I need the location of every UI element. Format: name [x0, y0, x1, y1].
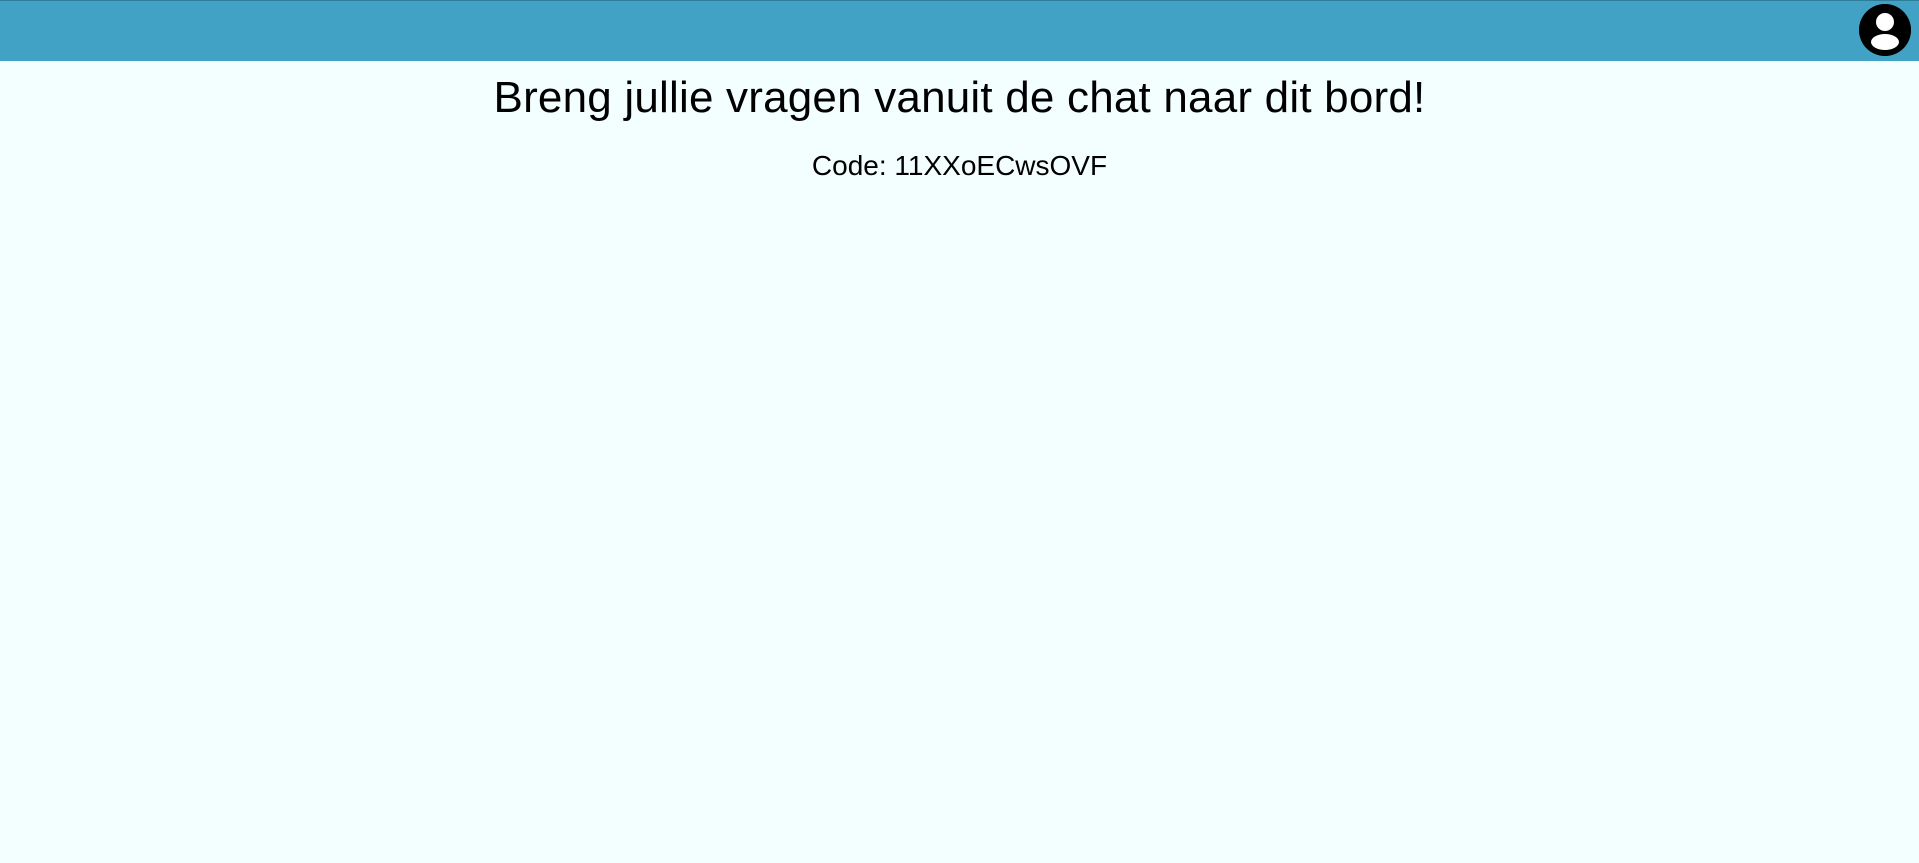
account-button[interactable] [1859, 4, 1911, 56]
page-title: Breng jullie vragen vanuit de chat naar … [493, 73, 1426, 122]
user-circle-icon [1859, 4, 1911, 56]
top-bar [0, 0, 1919, 61]
board-area: Breng jullie vragen vanuit de chat naar … [0, 61, 1919, 863]
board-code: Code: 11XXoECwsOVF [811, 150, 1108, 181]
